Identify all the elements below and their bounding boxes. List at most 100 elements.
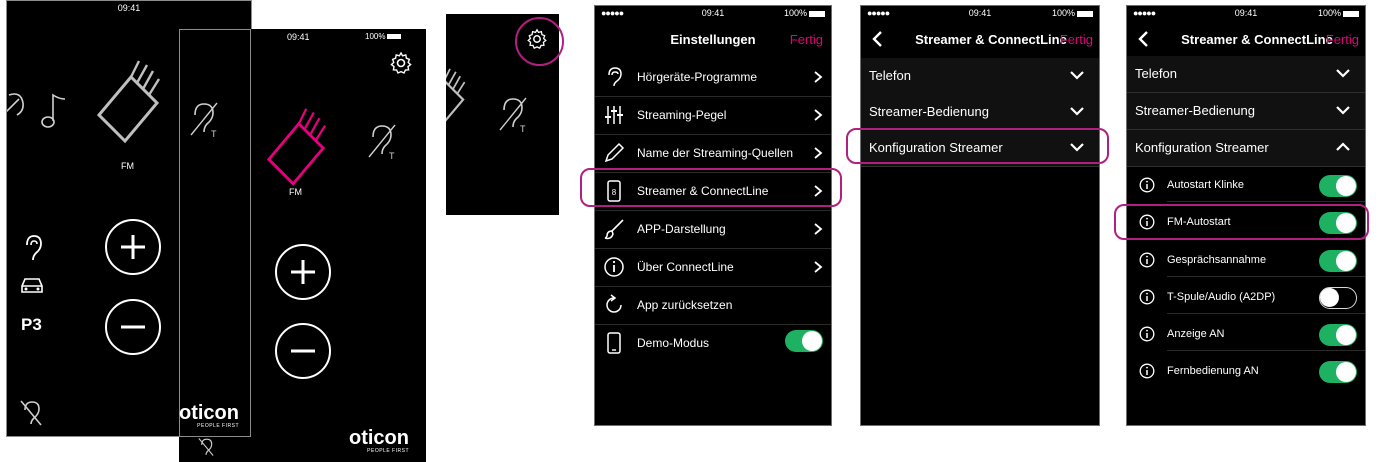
- ear-muted-icon[interactable]: [197, 437, 215, 457]
- info-icon: [603, 256, 625, 278]
- info-icon[interactable]: [1139, 289, 1155, 305]
- logo-text: oticon: [349, 427, 409, 449]
- done-button[interactable]: Fertig: [790, 32, 823, 47]
- settings-item-app-appearance[interactable]: APP-Darstellung: [595, 210, 831, 249]
- chevron-down-icon: [1335, 104, 1351, 116]
- remote-control-toggle[interactable]: [1319, 361, 1357, 383]
- logo-text: oticon: [179, 402, 239, 424]
- streamer-navbar: Streamer & ConnectLine Fertig: [861, 20, 1099, 60]
- settings-item-label: Demo-Modus: [637, 336, 710, 350]
- pencil-icon: [603, 142, 625, 164]
- option-label: Anzeige AN: [1167, 328, 1225, 340]
- settings-item-label: Name der Streaming-Quellen: [637, 146, 794, 160]
- telecoil-icon[interactable]: T: [187, 99, 221, 139]
- ear-icon: [603, 66, 625, 88]
- section-label: Streamer-Bedienung: [869, 104, 989, 119]
- info-icon[interactable]: [1139, 177, 1155, 193]
- music-note-icon[interactable]: [39, 89, 69, 133]
- chevron-right-icon: [813, 260, 823, 274]
- streamer-navbar: Streamer & ConnectLine Fertig: [1127, 20, 1365, 60]
- chevron-right-icon: [813, 108, 823, 122]
- chevron-right-icon: [813, 222, 823, 236]
- telecoil-icon[interactable]: T: [365, 121, 399, 161]
- streamer-screen: ●●●●● 09:41 100% Streamer & ConnectLine …: [860, 5, 1100, 426]
- option-label: T-Spule/Audio (A2DP): [1167, 291, 1276, 303]
- status-time: 09:41: [287, 32, 310, 42]
- settings-item-streaming-level[interactable]: Streaming-Pegel: [595, 96, 831, 135]
- ear-muted-icon[interactable]: [19, 399, 43, 427]
- program-label: FM: [289, 187, 302, 197]
- status-time: 09:41: [117, 3, 141, 13]
- streamer-config-highlight: [846, 128, 1109, 164]
- ear-icon[interactable]: [7, 89, 29, 125]
- status-bar: 09:41: [7, 1, 251, 15]
- settings-navbar: Einstellungen Fertig: [595, 20, 831, 60]
- chevron-down-icon: [1069, 105, 1085, 117]
- settings-item-about-connectline[interactable]: Über ConnectLine: [595, 248, 831, 287]
- phone-icon: [603, 332, 625, 354]
- oticon-logo: oticon PEOPLE FIRST: [179, 402, 239, 429]
- settings-item-demo-mode: Demo-Modus: [595, 324, 831, 362]
- streamer-connectline-highlight: [580, 168, 842, 207]
- settings-item-label: Hörgeräte-Programme: [637, 70, 758, 84]
- status-battery: 100%: [365, 32, 402, 41]
- volume-up-button[interactable]: [105, 219, 161, 275]
- volume-down-button[interactable]: [275, 323, 331, 379]
- section-label: Streamer-Bedienung: [1135, 103, 1255, 118]
- demo-mode-toggle[interactable]: [785, 330, 823, 352]
- section-streamer-config[interactable]: Konfiguration Streamer: [1127, 130, 1365, 167]
- chevron-down-icon: [1069, 69, 1085, 81]
- settings-item-label: Streaming-Pegel: [637, 108, 727, 122]
- car-icon[interactable]: [19, 275, 45, 295]
- done-button[interactable]: Fertig: [1326, 32, 1359, 47]
- volume-down-button[interactable]: [105, 299, 161, 355]
- svg-text:T: T: [520, 124, 526, 134]
- chevron-up-icon: [1335, 141, 1351, 153]
- section-streamer-control[interactable]: Streamer-Bedienung: [861, 94, 1099, 131]
- status-bar: ●●●●● 09:41 100%: [861, 6, 1099, 20]
- option-row: Fernbedienung AN: [1127, 355, 1365, 388]
- display-on-toggle[interactable]: [1319, 324, 1357, 346]
- status-battery: 100%: [1318, 8, 1359, 18]
- info-icon[interactable]: [1139, 252, 1155, 268]
- status-bar: ●●●●● 09:41 100%: [595, 6, 831, 20]
- chevron-down-icon: [1335, 67, 1351, 79]
- section-label: Telefon: [1135, 66, 1177, 81]
- fm-hand-icon-active[interactable]: [263, 105, 329, 195]
- battery-label: 100%: [1051, 8, 1075, 18]
- svg-text:T: T: [389, 151, 395, 161]
- reset-icon: [603, 294, 625, 316]
- svg-text:T: T: [211, 129, 217, 139]
- gear-icon[interactable]: [389, 51, 413, 75]
- battery-label: 100%: [365, 32, 386, 41]
- settings-item-hearing-programs[interactable]: Hörgeräte-Programme: [595, 58, 831, 97]
- status-battery: 100%: [784, 8, 825, 18]
- section-telefon[interactable]: Telefon: [1127, 56, 1365, 93]
- settings-item-reset-app[interactable]: App zurücksetzen: [595, 286, 831, 325]
- section-streamer-control[interactable]: Streamer-Bedienung: [1127, 93, 1365, 130]
- volume-up-button[interactable]: [275, 244, 331, 300]
- battery-label: 100%: [783, 8, 807, 18]
- chevron-right-icon: [813, 70, 823, 84]
- fm-autostart-highlight: [1114, 204, 1369, 240]
- call-answer-toggle[interactable]: [1319, 250, 1357, 272]
- section-label: Telefon: [869, 68, 911, 83]
- info-icon[interactable]: [1139, 363, 1155, 379]
- telecoil-audio-toggle[interactable]: [1319, 287, 1357, 309]
- option-row: Anzeige AN: [1127, 318, 1365, 351]
- done-button[interactable]: Fertig: [1060, 32, 1093, 47]
- ear-icon[interactable]: [21, 233, 43, 263]
- overlap-frame: [179, 29, 251, 437]
- chevron-right-icon: [813, 146, 823, 160]
- autostart-jack-toggle[interactable]: [1319, 175, 1357, 197]
- section-telefon[interactable]: Telefon: [861, 58, 1099, 95]
- equalizer-icon: [603, 104, 625, 126]
- option-row: Gesprächsannahme: [1127, 244, 1365, 277]
- info-icon[interactable]: [1139, 326, 1155, 342]
- settings-screen: ●●●●● 09:41 100% Einstellungen Fertig Hö…: [594, 5, 832, 426]
- telecoil-icon: T: [496, 94, 530, 134]
- status-battery: 100%: [1052, 8, 1093, 18]
- program-number: P3: [21, 315, 42, 334]
- fm-hand-icon[interactable]: [93, 57, 163, 153]
- option-row: T-Spule/Audio (A2DP): [1127, 281, 1365, 314]
